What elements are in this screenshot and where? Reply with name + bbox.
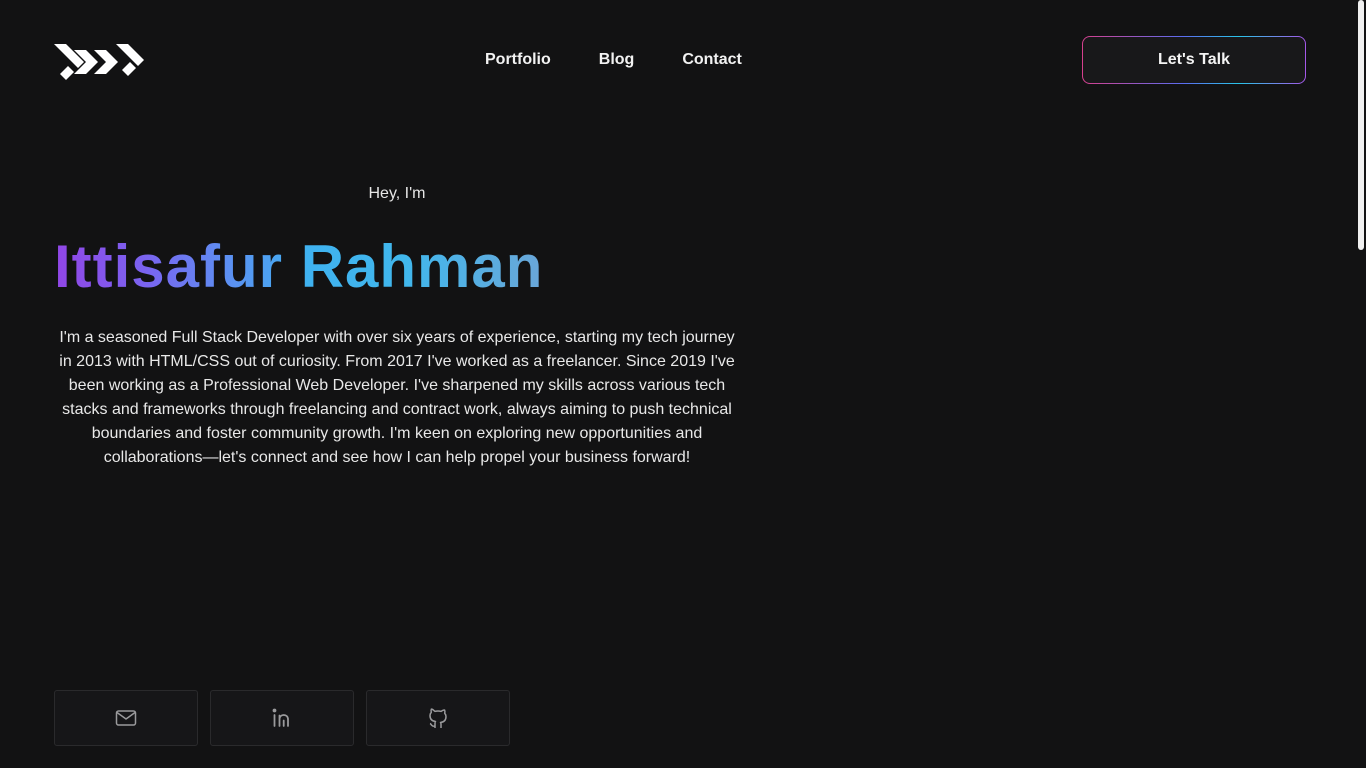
- lets-talk-button[interactable]: Let's Talk: [1082, 36, 1306, 84]
- github-icon: [429, 708, 447, 728]
- lets-talk-label: Let's Talk: [1083, 37, 1305, 83]
- nav-portfolio-link[interactable]: Portfolio: [485, 50, 551, 70]
- scrollbar-thumb[interactable]: [1358, 0, 1364, 250]
- linkedin-link-button[interactable]: [210, 690, 354, 746]
- email-link-button[interactable]: [54, 690, 198, 746]
- page-scrollbar[interactable]: [1356, 0, 1366, 768]
- hero-bio: I'm a seasoned Full Stack Developer with…: [59, 329, 735, 466]
- social-links: [54, 690, 510, 746]
- page: Portfolio Blog Contact Let's Talk Hey, I…: [0, 0, 1366, 768]
- hero-greeting: Hey, I'm: [368, 185, 426, 202]
- chevrons-logo-icon[interactable]: [54, 44, 144, 80]
- github-link-button[interactable]: [366, 690, 510, 746]
- nav-blog-link[interactable]: Blog: [599, 50, 635, 70]
- linkedin-icon: [272, 708, 289, 727]
- hero-section: Hey, I'm Ittisafur Rahman I'm a seasoned…: [54, 180, 740, 470]
- nav-contact-link[interactable]: Contact: [682, 50, 742, 70]
- mail-icon: [115, 710, 137, 726]
- main-nav: Portfolio Blog Contact: [485, 50, 742, 70]
- hero-name: Ittisafur Rahman: [54, 230, 543, 304]
